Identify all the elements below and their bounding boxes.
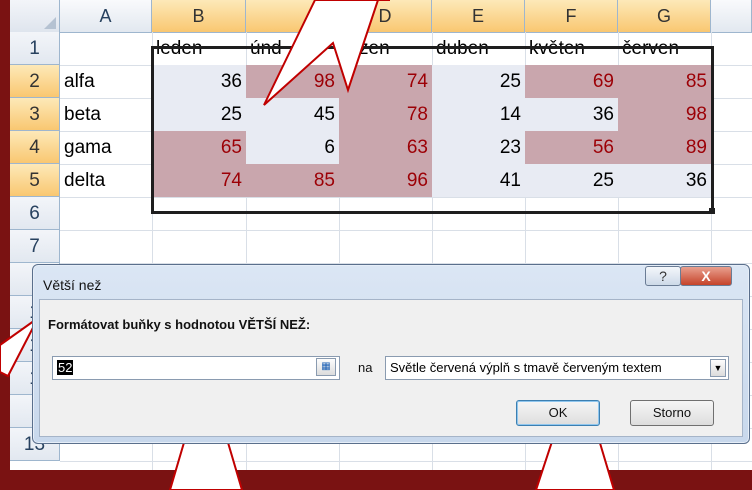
column-header-b[interactable]: B — [152, 0, 246, 32]
column-header-c[interactable] — [246, 0, 339, 32]
column-header-g[interactable]: G — [618, 0, 711, 32]
header-cell[interactable]: květen — [525, 32, 618, 65]
greater-than-dialog: Větší než ? X Formátovat buňky s hodnoto… — [32, 264, 750, 444]
row-name-cell[interactable]: delta — [60, 164, 152, 197]
dialog-body: Formátovat buňky s hodnotou VĚTŠÍ NEŽ: 5… — [39, 299, 743, 437]
cancel-button[interactable]: Storno — [630, 400, 714, 426]
value-cell[interactable]: 85 — [246, 164, 339, 197]
column-header-e[interactable]: E — [432, 0, 525, 32]
conjunction-label: na — [358, 360, 373, 375]
ok-button[interactable]: OK — [516, 400, 600, 426]
value-cell[interactable]: 23 — [432, 131, 525, 164]
dialog-prompt: Formátovat buňky s hodnotou VĚTŠÍ NEŽ: — [48, 317, 311, 332]
column-header-h[interactable] — [711, 0, 752, 32]
row-name-cell[interactable]: beta — [60, 98, 152, 131]
column-header-a[interactable]: A — [60, 0, 152, 32]
value-cell[interactable]: 98 — [246, 65, 339, 98]
format-dropdown[interactable]: Světle červená výplň s tmavě červeným te… — [385, 356, 729, 380]
close-button[interactable]: X — [680, 266, 732, 286]
value-cell[interactable]: 56 — [525, 131, 618, 164]
chevron-down-icon[interactable]: ▼ — [710, 359, 726, 377]
dialog-title: Větší než — [43, 277, 102, 293]
row-name-cell[interactable]: gama — [60, 131, 152, 164]
header-cell[interactable]: leden — [152, 32, 246, 65]
format-dropdown-value: Světle červená výplň s tmavě červeným te… — [390, 360, 662, 375]
column-header-d[interactable]: D — [339, 0, 432, 32]
column-header-f[interactable]: F — [525, 0, 618, 32]
row-header-3[interactable]: 3 — [10, 98, 60, 131]
value-cell[interactable]: 69 — [525, 65, 618, 98]
value-cell[interactable]: 98 — [618, 98, 711, 131]
value-cell[interactable]: 25 — [432, 65, 525, 98]
value-cell[interactable]: 14 — [432, 98, 525, 131]
value-cell[interactable]: 78 — [339, 98, 432, 131]
value-cell[interactable]: 25 — [152, 98, 246, 131]
threshold-input[interactable]: 52 — [52, 356, 340, 380]
row-header-4[interactable]: 4 — [10, 131, 60, 164]
row-header-2[interactable]: 2 — [10, 65, 60, 98]
value-cell[interactable]: 96 — [339, 164, 432, 197]
header-cell[interactable]: zen — [355, 32, 431, 65]
value-cell[interactable]: 25 — [525, 164, 618, 197]
row-header-7[interactable]: 7 — [10, 230, 60, 263]
select-all-corner[interactable] — [10, 0, 60, 32]
value-cell[interactable]: 45 — [246, 98, 339, 131]
value-cell[interactable]: 36 — [525, 98, 618, 131]
value-cell[interactable]: 41 — [432, 164, 525, 197]
range-select-icon[interactable]: ▦ — [316, 358, 336, 376]
value-cell[interactable]: 6 — [246, 131, 339, 164]
value-cell[interactable]: 89 — [618, 131, 711, 164]
row-name-cell[interactable]: alfa — [60, 65, 152, 98]
row-header-1[interactable]: 1 — [10, 32, 60, 65]
help-button[interactable]: ? — [645, 266, 681, 286]
value-cell[interactable]: 85 — [618, 65, 711, 98]
value-cell[interactable]: 74 — [339, 65, 432, 98]
fill-handle[interactable] — [709, 208, 715, 214]
value-cell[interactable]: 74 — [152, 164, 246, 197]
threshold-value: 52 — [57, 360, 74, 375]
row-header-5[interactable]: 5 — [10, 164, 60, 197]
header-cell[interactable]: únd — [246, 32, 339, 65]
row-header-6[interactable]: 6 — [10, 197, 60, 230]
value-cell[interactable]: 36 — [618, 164, 711, 197]
header-cell[interactable]: duben — [432, 32, 525, 65]
value-cell[interactable]: 36 — [152, 65, 246, 98]
header-cell[interactable]: červen — [618, 32, 711, 65]
value-cell[interactable]: 65 — [152, 131, 246, 164]
value-cell[interactable]: 63 — [339, 131, 432, 164]
